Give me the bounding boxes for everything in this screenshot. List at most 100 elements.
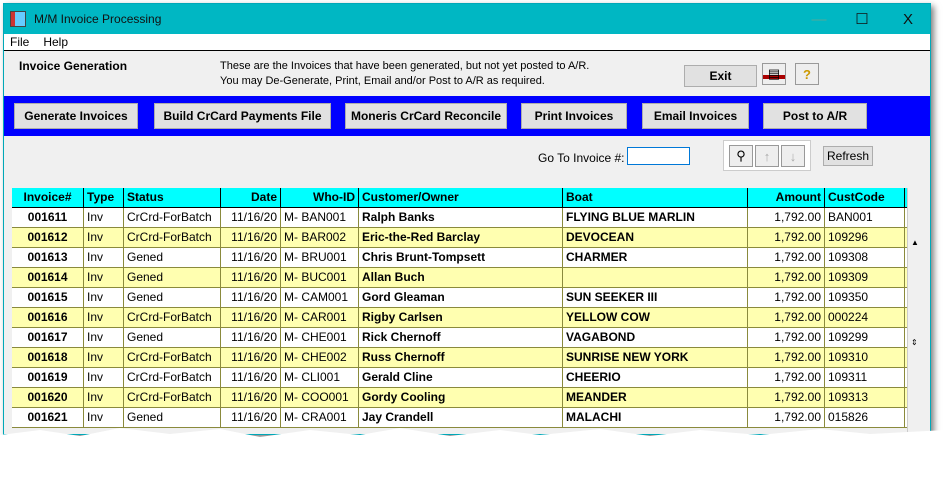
cell-boat: CHARMER bbox=[563, 248, 748, 267]
moneris-reconcile-button[interactable]: Moneris CrCard Reconcile bbox=[345, 103, 507, 129]
window-title: M/M Invoice Processing bbox=[34, 12, 162, 26]
cell-customer-owner: Rigby Carlsen bbox=[359, 308, 563, 327]
cell-who-id: M- BUC001 bbox=[281, 268, 359, 287]
scroll-thumb-icon[interactable]: ⇕ bbox=[911, 338, 918, 347]
cell-status: CrCrd-ForBatch bbox=[124, 368, 221, 387]
column-header[interactable]: Who-ID bbox=[281, 188, 359, 207]
scrollbar[interactable]: ▲ ⇕ bbox=[907, 188, 921, 434]
column-header[interactable]: CustCode bbox=[825, 188, 905, 207]
cell-date: 11/16/20 bbox=[221, 208, 281, 227]
cell-customer-owner: Eric-the-Red Barclay bbox=[359, 228, 563, 247]
table-row[interactable]: 001612 Inv CrCrd-ForBatch 11/16/20 M- BAR002… bbox=[12, 228, 907, 248]
cell-customer-owner: Chris Brunt-Tompsett bbox=[359, 248, 563, 267]
cell-amount: 1,792.00 bbox=[748, 268, 825, 287]
column-header[interactable]: Customer/Owner bbox=[359, 188, 563, 207]
table-row[interactable]: 001620 Inv CrCrd-ForBatch 11/16/20 M- COO001… bbox=[12, 388, 907, 408]
cell-status: CrCrd-ForBatch bbox=[124, 228, 221, 247]
print-invoices-button[interactable]: Print Invoices bbox=[521, 103, 627, 129]
cell-status: Gened bbox=[124, 268, 221, 287]
generate-invoices-button[interactable]: Generate Invoices bbox=[14, 103, 138, 129]
cell-customer-owner: Gerald Cline bbox=[359, 368, 563, 387]
table-header: Invoice# Type Status Date Who-ID Customer/Own… bbox=[12, 188, 907, 208]
maximize-button[interactable]: ☐ bbox=[842, 4, 882, 34]
find-next-icon[interactable]: ↓ bbox=[781, 145, 805, 167]
goto-invoice-input[interactable] bbox=[627, 147, 690, 165]
column-header[interactable]: Invoice# bbox=[12, 188, 84, 207]
cell-who-id: M- CHE001 bbox=[281, 328, 359, 347]
cell-custcode: 109310 bbox=[825, 348, 905, 367]
cell-who-id: M- BAN001 bbox=[281, 208, 359, 227]
table-row[interactable]: 001614 Inv Gened 11/16/20 M- BUC001 Allan Buc… bbox=[12, 268, 907, 288]
close-button[interactable]: X bbox=[888, 4, 928, 34]
cell-customer-owner: Allan Buch bbox=[359, 268, 563, 287]
cell-custcode: 109296 bbox=[825, 228, 905, 247]
menu-help[interactable]: Help bbox=[43, 35, 68, 49]
column-header[interactable]: Boat bbox=[563, 188, 748, 207]
cell-invoice-: 001618 bbox=[12, 348, 84, 367]
column-header[interactable]: Status bbox=[124, 188, 221, 207]
cell-who-id: M- CHE002 bbox=[281, 348, 359, 367]
print-setup-icon[interactable]: ▤ bbox=[762, 63, 786, 85]
menu-file[interactable]: File bbox=[10, 35, 29, 49]
cell-customer-owner: Russ Chernoff bbox=[359, 348, 563, 367]
cell-invoice-: 001612 bbox=[12, 228, 84, 247]
info-line-2: You may De-Generate, Print, Email and/or… bbox=[220, 75, 545, 87]
minimize-button[interactable]: — bbox=[799, 4, 839, 34]
cell-customer-owner: Rick Chernoff bbox=[359, 328, 563, 347]
cell-who-id: M- CAM001 bbox=[281, 288, 359, 307]
email-invoices-button[interactable]: Email Invoices bbox=[642, 103, 749, 129]
cell-amount: 1,792.00 bbox=[748, 328, 825, 347]
table-row[interactable]: 001619 Inv CrCrd-ForBatch 11/16/20 M- CLI001… bbox=[12, 368, 907, 388]
table-row[interactable]: 001617 Inv Gened 11/16/20 M- CHE001 Rick Cher… bbox=[12, 328, 907, 348]
torn-edge bbox=[0, 428, 946, 480]
section-title: Invoice Generation bbox=[19, 59, 128, 73]
table-row[interactable]: 001615 Inv Gened 11/16/20 M- CAM001 Gord Glea… bbox=[12, 288, 907, 308]
app-window: M/M Invoice Processing — ☐ X File Help I… bbox=[3, 3, 931, 435]
find-previous-icon[interactable]: ↑ bbox=[755, 145, 779, 167]
table-row[interactable]: 001618 Inv CrCrd-ForBatch 11/16/20 M- CHE002… bbox=[12, 348, 907, 368]
cell-status: CrCrd-ForBatch bbox=[124, 208, 221, 227]
build-crcard-payments-button[interactable]: Build CrCard Payments File bbox=[154, 103, 331, 129]
cell-status: Gened bbox=[124, 288, 221, 307]
table-row[interactable]: 001616 Inv CrCrd-ForBatch 11/16/20 M- CAR001… bbox=[12, 308, 907, 328]
exit-button[interactable]: Exit bbox=[684, 65, 757, 87]
cell-date: 11/16/20 bbox=[221, 288, 281, 307]
cell-date: 11/16/20 bbox=[221, 368, 281, 387]
menu-bar: File Help bbox=[4, 34, 930, 51]
cell-custcode: 109313 bbox=[825, 388, 905, 407]
info-line-1: These are the Invoices that have been ge… bbox=[220, 60, 590, 72]
cell-invoice-: 001616 bbox=[12, 308, 84, 327]
cell-status: Gened bbox=[124, 248, 221, 267]
cell-type: Inv bbox=[84, 248, 124, 267]
cell-date: 11/16/20 bbox=[221, 348, 281, 367]
table-row[interactable]: 001613 Inv Gened 11/16/20 M- BRU001 Chris Bru… bbox=[12, 248, 907, 268]
cell-boat: VAGABOND bbox=[563, 328, 748, 347]
action-bar: Generate Invoices Build CrCard Payments … bbox=[4, 96, 930, 136]
cell-custcode: 109309 bbox=[825, 268, 905, 287]
cell-type: Inv bbox=[84, 208, 124, 227]
cell-date: 11/16/20 bbox=[221, 328, 281, 347]
cell-who-id: M- CLI001 bbox=[281, 368, 359, 387]
cell-invoice-: 001615 bbox=[12, 288, 84, 307]
cell-invoice-: 001620 bbox=[12, 388, 84, 407]
cell-boat: SUN SEEKER III bbox=[563, 288, 748, 307]
find-icon[interactable]: ⚲ bbox=[729, 145, 753, 167]
cell-amount: 1,792.00 bbox=[748, 228, 825, 247]
cell-custcode: 000224 bbox=[825, 308, 905, 327]
column-header[interactable]: Amount bbox=[748, 188, 825, 207]
cell-type: Inv bbox=[84, 228, 124, 247]
scroll-up-icon[interactable]: ▲ bbox=[911, 238, 919, 247]
cell-customer-owner: Ralph Banks bbox=[359, 208, 563, 227]
cell-type: Inv bbox=[84, 348, 124, 367]
refresh-button[interactable]: Refresh bbox=[823, 146, 873, 166]
post-to-ar-button[interactable]: Post to A/R bbox=[763, 103, 867, 129]
column-header[interactable]: Date bbox=[221, 188, 281, 207]
cell-amount: 1,792.00 bbox=[748, 248, 825, 267]
cell-who-id: M- BRU001 bbox=[281, 248, 359, 267]
help-icon[interactable]: ? bbox=[795, 63, 819, 85]
column-header[interactable]: Type bbox=[84, 188, 124, 207]
cell-status: Gened bbox=[124, 328, 221, 347]
cell-who-id: M- BAR002 bbox=[281, 228, 359, 247]
cell-boat: MEANDER bbox=[563, 388, 748, 407]
table-row[interactable]: 001611 Inv CrCrd-ForBatch 11/16/20 M- BAN001… bbox=[12, 208, 907, 228]
